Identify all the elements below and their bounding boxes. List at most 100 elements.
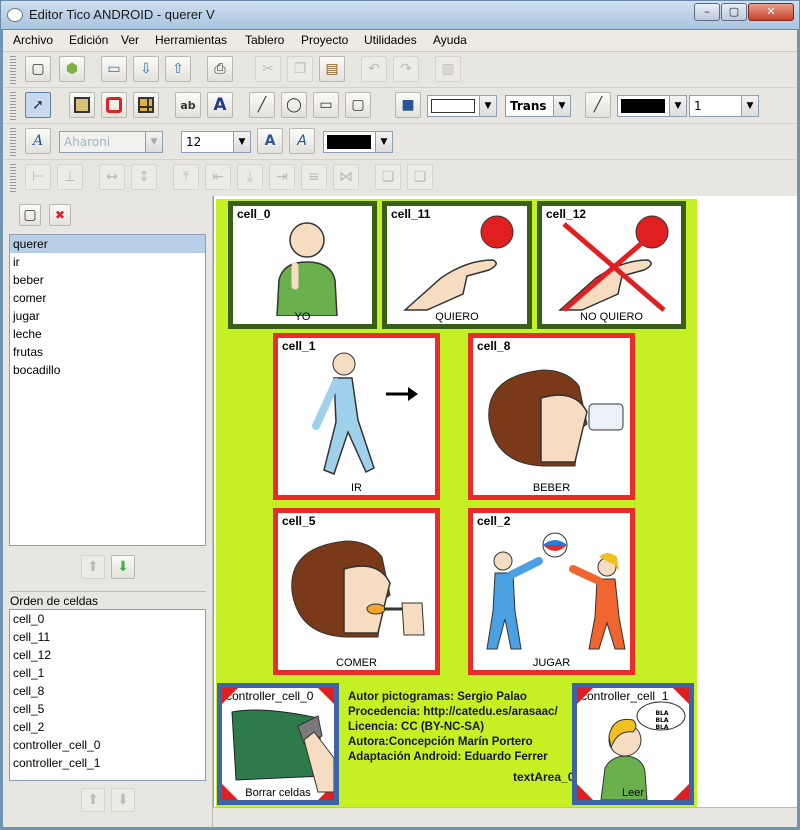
credits-line: Procedencia: http://catedu.es/arasaac/ [348,706,558,718]
board-list-item[interactable]: ir [10,253,205,271]
toolbar-grip[interactable] [10,128,16,156]
android-icon[interactable]: ⬢ [59,56,85,82]
cell-order-item[interactable]: cell_2 [10,718,205,736]
text-area-label[interactable]: textArea_0 [513,770,572,784]
paste-icon[interactable]: ▤ [319,56,345,82]
controller-cell-leer[interactable]: controller_cell_1 BLA BLA BLA Leer [572,683,694,805]
line-color-combo[interactable]: ▼ [617,95,687,117]
close-button[interactable]: ✕ [748,3,794,21]
fill-mode-value: Trans [510,99,547,113]
board-list-item[interactable]: beber [10,271,205,289]
toolbar-grip[interactable] [10,164,16,192]
same-height-icon[interactable]: ⊥ [57,164,83,190]
fill-color-icon[interactable]: ■ [395,92,421,118]
cell-comer[interactable]: cell_5 COMER [273,508,440,675]
align-bottom-icon[interactable]: ⤓ [237,164,263,190]
cell-order-item[interactable]: cell_11 [10,628,205,646]
rounded-rect-tool-icon[interactable]: ▢ [345,92,371,118]
distribute-horizontal-icon[interactable]: ↔ [99,164,125,190]
text-area-icon[interactable]: ab [175,92,201,118]
cell-order-item[interactable]: controller_cell_1 [10,754,205,772]
text-color-combo[interactable]: ▼ [323,131,393,153]
menu-ayuda[interactable]: Ayuda [433,33,467,47]
cell-order-item[interactable]: cell_8 [10,682,205,700]
text-label-icon[interactable]: A [207,92,233,118]
board-list-item[interactable]: leche [10,325,205,343]
align-left-icon[interactable]: ⇤ [205,164,231,190]
pictogram-no-quiero [558,215,669,312]
menu-edicion[interactable]: Edición [69,33,108,47]
print-icon[interactable]: ⎙ [207,56,233,82]
line-style-icon[interactable]: ╱ [585,92,611,118]
import-icon[interactable]: ⇩ [133,56,159,82]
copy-icon[interactable]: ❐ [287,56,313,82]
align-right-icon[interactable]: ⇥ [269,164,295,190]
cell-beber[interactable]: cell_8 BEBER [468,333,635,500]
italic-icon[interactable]: A [289,128,315,154]
chevron-down-icon: ▼ [553,96,570,116]
menu-utilidades[interactable]: Utilidades [364,33,417,47]
cell-no-quiero[interactable]: cell_12 NO QUIERO [537,201,686,329]
delete-icon[interactable]: ▥ [435,56,461,82]
font-icon[interactable]: A [25,128,51,154]
board-list-item[interactable]: bocadillo [10,361,205,379]
menu-tablero[interactable]: Tablero [245,33,284,47]
new-board-icon[interactable]: ▢ [25,56,51,82]
menu-proyecto[interactable]: Proyecto [301,33,348,47]
chevron-down-icon: ▼ [233,132,250,152]
same-width-icon[interactable]: ⊢ [25,164,51,190]
cell-order-item[interactable]: cell_1 [10,664,205,682]
export-icon[interactable]: ⇧ [165,56,191,82]
fill-color-combo[interactable]: ▼ [427,95,497,117]
fill-mode-select[interactable]: Trans ▼ [505,95,571,117]
cell-order-item[interactable]: cell_12 [10,646,205,664]
redo-icon[interactable]: ↷ [393,56,419,82]
send-to-back-icon[interactable]: ❑ [407,164,433,190]
distribute-vertical-icon[interactable]: ↕ [131,164,157,190]
rectangle-tool-icon[interactable]: ▭ [313,92,339,118]
open-folder-icon[interactable]: ▭ [101,56,127,82]
undo-icon[interactable]: ↶ [361,56,387,82]
move-up-icon[interactable]: ⬆ [81,788,105,812]
align-center-horizontal-icon[interactable]: ⋈ [333,164,359,190]
align-top-icon[interactable]: ⤒ [173,164,199,190]
cell-order-item[interactable]: controller_cell_0 [10,736,205,754]
move-down-icon[interactable]: ⬇ [111,555,135,579]
new-board-icon[interactable]: ▢ [19,204,41,226]
move-up-icon[interactable]: ⬆ [81,555,105,579]
toolbar-grip[interactable] [10,56,16,84]
cell-yo[interactable]: cell_0 YO [228,201,377,329]
align-center-vertical-icon[interactable]: ≡ [301,164,327,190]
toolbar-grip[interactable] [10,92,16,120]
menu-archivo[interactable]: Archivo [13,33,53,47]
delete-board-icon[interactable]: ✖ [49,204,71,226]
cell-ir[interactable]: cell_1 IR [273,333,440,500]
font-size-select[interactable]: 12 ▼ [181,131,251,153]
board-list-item[interactable]: jugar [10,307,205,325]
menu-herramientas[interactable]: Herramientas [155,33,227,47]
restore-button[interactable]: ▢ [721,3,747,21]
board-list-item[interactable]: comer [10,289,205,307]
bold-icon[interactable]: A [257,128,283,154]
cell-quiero[interactable]: cell_11 QUIERO [382,201,532,329]
cell-order-item[interactable]: cell_0 [10,610,205,628]
select-arrow-icon[interactable]: ➚ [25,92,51,118]
cell-tool-icon[interactable] [69,92,95,118]
cell-order-item[interactable]: cell_5 [10,700,205,718]
bring-to-front-icon[interactable]: ❏ [375,164,401,190]
cell-jugar[interactable]: cell_2 JUGAR [468,508,635,675]
line-width-select[interactable]: 1 ▼ [689,95,759,117]
grid-icon[interactable] [133,92,159,118]
move-down-icon[interactable]: ⬇ [111,788,135,812]
controller-cell-borrar[interactable]: controller_cell_0 Borrar celdas [217,683,339,805]
board-list-item[interactable]: frutas [10,343,205,361]
minimize-button[interactable]: – [694,3,720,21]
menu-ver[interactable]: Ver [121,33,139,47]
cut-icon[interactable]: ✂ [255,56,281,82]
ellipse-tool-icon[interactable]: ◯ [281,92,307,118]
font-name-select[interactable]: Aharoni ▼ [59,131,163,153]
board-list-item[interactable]: querer [10,235,205,253]
line-tool-icon[interactable]: ╱ [249,92,275,118]
controller-cell-icon[interactable] [101,92,127,118]
horizontal-scrollbar[interactable] [213,807,797,827]
